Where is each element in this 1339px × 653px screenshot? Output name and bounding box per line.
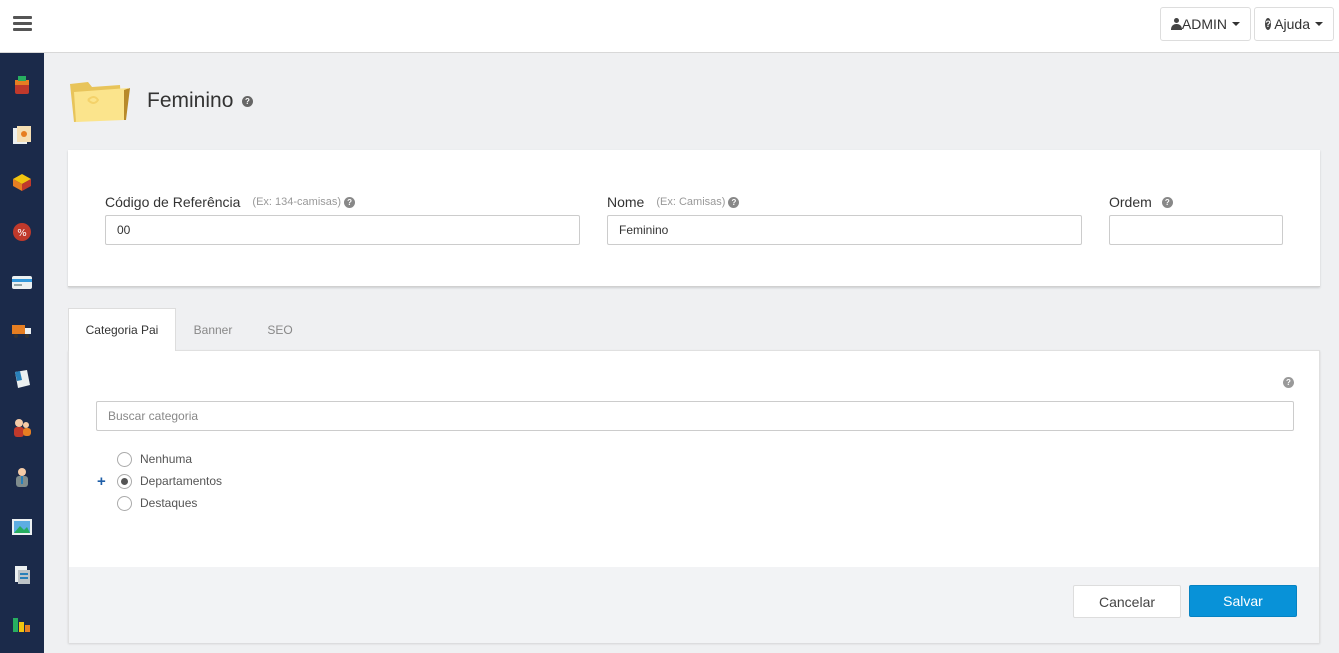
svg-text:%: % — [17, 228, 27, 239]
tab-seo[interactable]: SEO — [250, 308, 310, 351]
admin-label: ADMIN — [1181, 16, 1227, 32]
question-circle-icon: ? — [1265, 18, 1272, 30]
help-icon[interactable]: ? — [728, 196, 740, 208]
order-label: Ordem — [1109, 194, 1152, 210]
category-option-label: Nenhuma — [140, 452, 193, 466]
help-icon[interactable]: ? — [242, 96, 253, 107]
customers-icon[interactable] — [11, 417, 33, 439]
top-bar: ADMIN ? Ajuda — [0, 0, 1339, 53]
statistics-icon[interactable] — [11, 612, 33, 634]
products-icon[interactable] — [11, 74, 33, 96]
packages-icon[interactable] — [11, 171, 33, 193]
admin-menu-button[interactable]: ADMIN — [1160, 7, 1251, 41]
category-option-label: Departamentos — [140, 474, 223, 488]
help-label: Ajuda — [1274, 16, 1310, 32]
tab-categoria-pai[interactable]: Categoria Pai — [68, 308, 176, 351]
folder-icon — [70, 82, 130, 122]
help-icon[interactable]: ? — [1283, 377, 1294, 388]
ref-code-input[interactable] — [105, 215, 580, 245]
ref-code-label-row: Código de Referência (Ex: 134-camisas) ? — [105, 194, 356, 210]
category-search-input[interactable] — [96, 401, 1294, 431]
category-option-label: Destaques — [140, 496, 198, 510]
sidebar: % — [0, 53, 44, 653]
ref-code-label: Código de Referência — [105, 194, 241, 210]
save-button[interactable]: Salvar — [1189, 585, 1297, 617]
tab-banner[interactable]: Banner — [176, 308, 250, 351]
catalog-icon[interactable] — [11, 124, 33, 146]
category-form-card: Código de Referência (Ex: 134-camisas) ?… — [68, 150, 1320, 287]
plus-icon[interactable]: + — [97, 473, 117, 490]
radio-button[interactable] — [117, 495, 132, 511]
tab-panel-categoria-pai: ? Nenhuma + Departamentos Destaques Canc… — [68, 350, 1320, 643]
user-icon — [1171, 18, 1182, 30]
orders-icon[interactable] — [11, 368, 33, 390]
help-icon[interactable]: ? — [1161, 196, 1173, 208]
payments-icon[interactable] — [11, 271, 33, 293]
form-footer: Cancelar Salvar — [69, 567, 1319, 643]
promotions-icon[interactable]: % — [11, 221, 33, 243]
banners-icon[interactable] — [11, 516, 33, 538]
order-input[interactable] — [1109, 215, 1283, 245]
page-title: Feminino — [147, 89, 234, 112]
category-option[interactable]: Nenhuma — [97, 450, 192, 468]
name-label: Nome — [607, 194, 645, 210]
help-menu-button[interactable]: ? Ajuda — [1254, 7, 1334, 41]
help-icon[interactable]: ? — [344, 196, 356, 208]
menu-icon[interactable] — [13, 16, 32, 32]
category-option[interactable]: + Departamentos — [97, 472, 222, 490]
caret-down-icon — [1315, 22, 1323, 26]
caret-down-icon — [1232, 22, 1240, 26]
order-label-row: Ordem ? — [1109, 194, 1173, 210]
radio-button[interactable] — [117, 451, 132, 467]
users-icon[interactable] — [11, 466, 33, 488]
cancel-button[interactable]: Cancelar — [1073, 585, 1181, 618]
name-hint: (Ex: Camisas) — [656, 196, 726, 208]
shipping-icon[interactable] — [11, 319, 33, 341]
radio-button-checked[interactable] — [117, 473, 132, 489]
name-label-row: Nome (Ex: Camisas) ? — [607, 194, 740, 210]
name-input[interactable] — [607, 215, 1082, 245]
reports-icon[interactable] — [11, 564, 33, 586]
category-option[interactable]: Destaques — [97, 494, 197, 512]
ref-code-hint: (Ex: 134-camisas) — [252, 196, 342, 208]
